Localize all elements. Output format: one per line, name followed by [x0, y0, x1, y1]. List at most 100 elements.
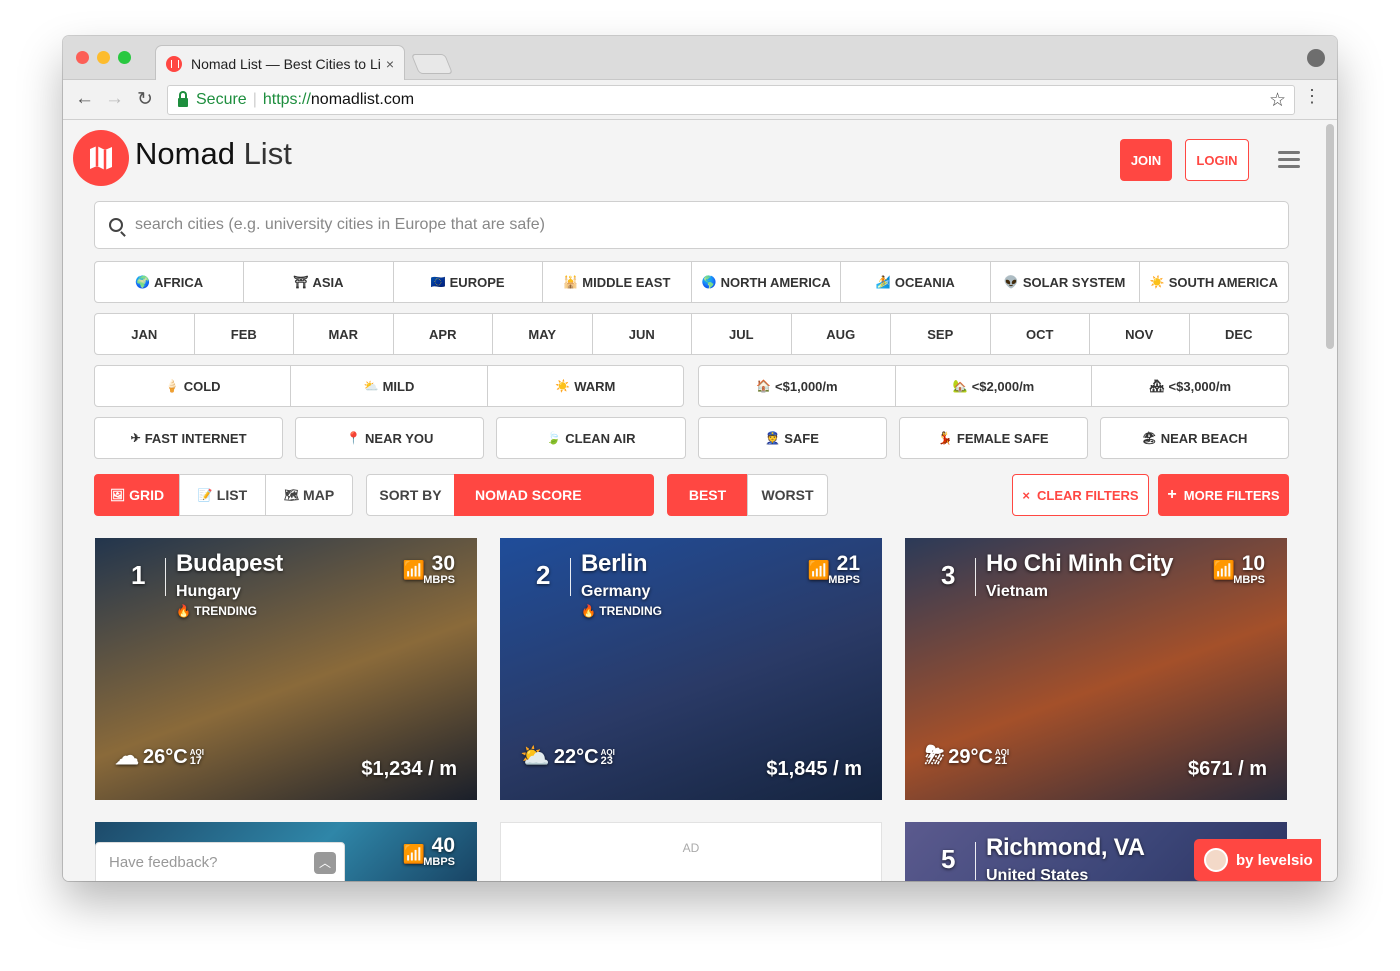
region-north-america[interactable]: 🌎 NORTH AMERICA [691, 261, 842, 303]
filter-near-beach[interactable]: 🏖 NEAR BEACH [1099, 417, 1290, 459]
region-middle-east-icon: 🕌 [563, 275, 579, 289]
map-view-button[interactable]: 🗺 MAP [265, 474, 353, 516]
month-feb[interactable]: FEB [193, 313, 294, 355]
browser-tab[interactable]: Nomad List — Best Cities to Li × [155, 45, 405, 81]
brand-name[interactable]: Nomad List [135, 136, 292, 172]
region-middle-east[interactable]: 🕌 MIDDLE EAST [541, 261, 692, 303]
memo-icon: 📝 [197, 488, 213, 502]
region-solar-system[interactable]: 👽 SOLAR SYSTEM [989, 261, 1140, 303]
search-icon [109, 218, 123, 232]
clear-filters-button[interactable]: × CLEAR FILTERS [1012, 474, 1149, 516]
city-country: Hungary [176, 583, 241, 600]
grid-view-button[interactable]: 🖼 GRID [94, 474, 180, 516]
month-sep[interactable]: SEP [890, 313, 991, 355]
month-nov[interactable]: NOV [1089, 313, 1190, 355]
region-asia-icon: ⛩ [293, 275, 309, 289]
new-tab-button[interactable] [410, 54, 454, 74]
month-oct[interactable]: OCT [989, 313, 1090, 355]
list-label: LIST [216, 487, 248, 503]
zoom-window-button[interactable] [118, 51, 131, 64]
internet-speed-value: 10 [1241, 552, 1265, 575]
url-field[interactable]: Secure | https:// nomadlist.com ☆ [167, 85, 1295, 115]
month-aug[interactable]: AUG [790, 313, 891, 355]
climate-mild[interactable]: ⛅ MILD [290, 365, 488, 407]
secure-label: Secure [196, 91, 247, 108]
city-name: Budapest [176, 550, 283, 577]
climate-warm-label: WARM [574, 378, 616, 394]
filter-near-beach-icon: 🏖 [1141, 431, 1157, 445]
month-may[interactable]: MAY [492, 313, 593, 355]
city-card-1[interactable]: 1 Budapest Hungary 🔥 TRENDING 📶 30 MBPS ☁ 26°C AQ… [95, 538, 477, 800]
list-view-button[interactable]: 📝 LIST [179, 474, 266, 516]
region-oceania[interactable]: 🏄 OCEANIA [840, 261, 991, 303]
budget-1[interactable]: 🏠 <$1,000/m [698, 365, 896, 407]
sort-dropdown[interactable]: NOMAD SCORE [454, 474, 654, 516]
month-dec[interactable]: DEC [1188, 313, 1289, 355]
join-button[interactable]: JOIN [1120, 139, 1172, 181]
map-icon [90, 146, 112, 170]
browser-menu-icon[interactable]: ⋮ [1303, 86, 1321, 107]
ad-slot[interactable]: AD [500, 822, 882, 881]
month-jul[interactable]: JUL [691, 313, 792, 355]
wifi-icon: 📶 [1212, 560, 1235, 580]
tab-close-icon[interactable]: × [386, 56, 394, 72]
internet-speed: 30 MBPS [423, 553, 455, 586]
profile-icon[interactable] [1307, 49, 1325, 67]
air-quality: AQI 21 [995, 748, 1009, 767]
scrollbar[interactable] [1326, 124, 1334, 349]
city-card-2[interactable]: 2 Berlin Germany 🔥 TRENDING 📶 21 MBPS ⛅ 22°C AQI 2… [500, 538, 882, 800]
reload-icon[interactable]: ↻ [137, 88, 153, 111]
back-arrow-icon[interactable]: ← [75, 88, 94, 110]
region-south-america[interactable]: ☀️ SOUTH AMERICA [1138, 261, 1289, 303]
budget-3-icon: 🏘 [1149, 379, 1165, 393]
best-button[interactable]: BEST [667, 474, 748, 516]
map-label: MAP [303, 487, 335, 503]
nomad-list-logo[interactable] [73, 130, 129, 186]
filter-clean-air[interactable]: 🍃 CLEAN AIR [496, 417, 686, 459]
internet-speed-unit: MBPS [828, 574, 860, 586]
region-asia[interactable]: ⛩ ASIA [243, 261, 394, 303]
sun-cloud-icon: ⛅ [520, 743, 550, 770]
city-card-3[interactable]: 3 Ho Chi Minh City Vietnam 📶 10 MBPS ⛈ 29°C AQI 2… [905, 538, 1287, 800]
login-button[interactable]: LOGIN [1185, 139, 1249, 181]
month-jan[interactable]: JAN [94, 313, 195, 355]
levelsio-badge[interactable]: by levelsio [1194, 839, 1321, 881]
close-icon: × [1022, 487, 1030, 503]
wifi-icon: 📶 [807, 560, 830, 580]
month-apr[interactable]: APR [392, 313, 493, 355]
filter-fast-internet[interactable]: ✈ FAST INTERNET [94, 417, 284, 459]
grid-label: GRID [129, 487, 165, 503]
filter-near-you[interactable]: 📍 NEAR YOU [295, 417, 485, 459]
month-mar[interactable]: MAR [293, 313, 394, 355]
fire-icon: 🔥 [581, 604, 596, 618]
filter-fast-internet-label: FAST INTERNET [144, 430, 247, 446]
filter-near-beach-label: NEAR BEACH [1160, 430, 1248, 446]
budget-3[interactable]: 🏘 <$3,000/m [1091, 365, 1290, 407]
rank-divider [975, 842, 976, 880]
feedback-widget[interactable]: Have feedback? ︿ [95, 842, 345, 881]
minimize-window-button[interactable] [97, 51, 110, 64]
region-asia-label: ASIA [312, 274, 344, 290]
forward-arrow-icon[interactable]: → [105, 88, 124, 110]
air-quality: AQI 23 [601, 748, 615, 767]
budget-2[interactable]: 🏡 <$2,000/m [894, 365, 1093, 407]
chevron-up-icon[interactable]: ︿ [314, 852, 336, 874]
cloud-icon: ☁ [115, 743, 139, 770]
hamburger-menu-icon[interactable] [1278, 151, 1300, 172]
close-window-button[interactable] [76, 51, 89, 64]
budget-2-label: <$2,000/m [971, 378, 1035, 394]
climate-warm[interactable]: ☀️ WARM [486, 365, 684, 407]
bookmark-star-icon[interactable]: ☆ [1269, 89, 1286, 112]
worst-button[interactable]: WORST [747, 474, 828, 516]
filter-safe[interactable]: 👮 SAFE [697, 417, 887, 459]
region-europe[interactable]: 🇪🇺 EUROPE [392, 261, 543, 303]
more-filters-button[interactable]: + MORE FILTERS [1158, 474, 1289, 516]
month-jun[interactable]: JUN [591, 313, 692, 355]
budget-3-label: <$3,000/m [1168, 378, 1232, 394]
search-input[interactable]: search cities (e.g. university cities in… [94, 201, 1289, 249]
region-africa[interactable]: 🌍 AFRICA [94, 261, 245, 303]
filter-female-safe[interactable]: 💃 FEMALE SAFE [898, 417, 1088, 459]
climate-cold[interactable]: 🍦 COLD [94, 365, 292, 407]
rank-divider [570, 558, 571, 596]
region-oceania-icon: 🏄 [875, 275, 891, 289]
